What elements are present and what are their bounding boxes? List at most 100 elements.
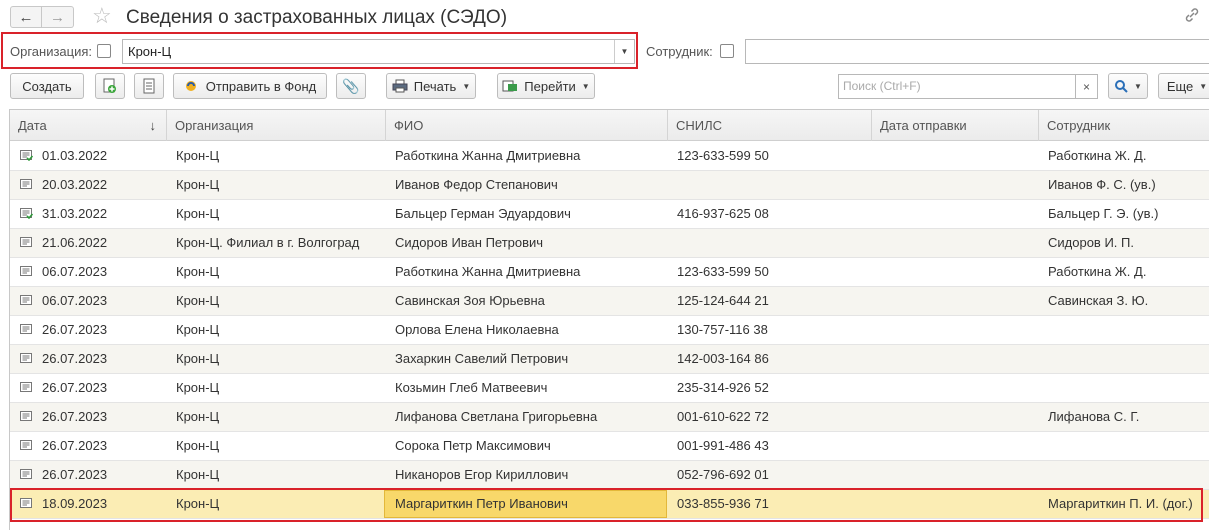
- cell-snils: 123-633-599 50: [677, 148, 769, 163]
- arrow-right-icon: →: [50, 8, 65, 26]
- cell-date: 26.07.2023: [42, 438, 108, 453]
- cell-fio: Сорока Петр Максимович: [395, 438, 551, 453]
- cell-snils: 123-633-599 50: [677, 264, 769, 279]
- search-options-button[interactable]: ▼: [1108, 73, 1148, 99]
- table-row[interactable]: 26.07.2023 Крон-Ц Козьмин Глеб Матвеевич 23…: [10, 374, 1209, 403]
- table-row[interactable]: 21.06.2022 Крон-Ц. Филиал в г. Волгоград С…: [10, 229, 1209, 258]
- employee-filter-input[interactable]: [745, 39, 1209, 64]
- cell-snils: 001-610-622 72: [677, 409, 769, 424]
- cell-snils: 142-003-164 86: [677, 351, 769, 366]
- cell-employee: Савинская З. Ю.: [1048, 293, 1149, 308]
- chevron-down-icon: ▼: [462, 81, 471, 91]
- forward-button[interactable]: →: [42, 6, 74, 28]
- cell-fio: Захаркин Савелий Петрович: [395, 351, 569, 366]
- attach-button[interactable]: 📎: [336, 73, 366, 99]
- table-row[interactable]: 31.03.2022 Крон-Ц Бальцер Герман Эдуардови…: [10, 200, 1209, 229]
- table-row[interactable]: 20.03.2022 Крон-Ц Иванов Федор Степанович И…: [10, 171, 1209, 200]
- cell-sent-date: [872, 316, 1039, 344]
- organization-dropdown-button[interactable]: ▼: [614, 40, 634, 63]
- table-row[interactable]: 26.07.2023 Крон-Ц Никаноров Егор Кириллови…: [10, 461, 1209, 490]
- sort-descending-icon: ↓: [149, 118, 157, 133]
- column-header-sent-date[interactable]: Дата отправки: [872, 110, 1039, 141]
- table-row[interactable]: 06.07.2023 Крон-Ц Работкина Жанна Дмитриев…: [10, 258, 1209, 287]
- cell-organization: Крон-Ц: [176, 380, 220, 395]
- cell-employee: Иванов Ф. С. (ув.): [1048, 177, 1156, 192]
- cell-snils: [668, 171, 872, 199]
- cell-date: 26.07.2023: [42, 409, 108, 424]
- table-row[interactable]: 26.07.2023 Крон-Ц Орлова Елена Николаевна 1…: [10, 316, 1209, 345]
- column-header-organization[interactable]: Организация: [167, 110, 386, 141]
- cell-snils: 235-314-926 52: [677, 380, 769, 395]
- cell-sent-date: [872, 403, 1039, 431]
- cell-employee: [1039, 374, 1209, 402]
- table-row[interactable]: 26.07.2023 Крон-Ц Сорока Петр Максимович 00…: [10, 432, 1209, 461]
- link-icon[interactable]: [1183, 6, 1201, 24]
- cell-snils: 130-757-116 38: [677, 322, 768, 337]
- create-button-label: Создать: [22, 78, 72, 94]
- table-row[interactable]: 01.03.2022 Крон-Ц Работкина Жанна Дмитриев…: [10, 142, 1209, 171]
- cell-fio: Работкина Жанна Дмитриевна: [395, 264, 581, 279]
- send-fund-icon: [185, 81, 196, 91]
- copy-document-button[interactable]: [95, 73, 125, 99]
- arrow-left-icon: ←: [18, 8, 34, 26]
- organization-filter-checkbox[interactable]: [97, 44, 111, 58]
- chevron-down-icon: ▼: [581, 81, 590, 91]
- cell-snils: 001-991-486 43: [677, 438, 769, 453]
- goto-button[interactable]: Перейти ▼: [497, 73, 595, 99]
- cell-fio: Иванов Федор Степанович: [395, 177, 558, 192]
- cell-employee: [1039, 432, 1209, 460]
- cell-snils: 125-124-644 21: [677, 293, 769, 308]
- cell-sent-date: [872, 229, 1039, 257]
- cell-fio: Савинская Зоя Юрьевна: [395, 293, 545, 308]
- cell-organization: Крон-Ц: [176, 409, 220, 424]
- column-header-snils[interactable]: СНИЛС: [668, 110, 872, 141]
- more-button-label: Еще: [1166, 78, 1194, 94]
- search-clear-button[interactable]: ×: [1076, 74, 1098, 99]
- table-row[interactable]: 06.07.2023 Крон-Ц Савинская Зоя Юрьевна 125…: [10, 287, 1209, 316]
- cell-date: 26.07.2023: [42, 322, 108, 337]
- cell-organization: Крон-Ц: [176, 438, 220, 453]
- list-view-button[interactable]: [134, 73, 164, 99]
- cell-fio: Орлова Елена Николаевна: [395, 322, 559, 337]
- cell-date: 31.03.2022: [42, 206, 108, 221]
- cell-snils: 416-937-625 08: [677, 206, 769, 221]
- print-button[interactable]: Печать ▼: [386, 73, 476, 99]
- favorite-star-icon[interactable]: ☆: [92, 4, 112, 28]
- cell-organization: Крон-Ц: [176, 467, 220, 482]
- send-to-fund-button[interactable]: Отправить в Фонд: [173, 73, 327, 99]
- cell-snils: 052-796-692 01: [677, 467, 769, 482]
- cell-organization: Крон-Ц: [176, 264, 220, 279]
- more-button[interactable]: Еще ▼: [1158, 73, 1209, 99]
- chevron-down-icon: ▼: [1199, 81, 1208, 91]
- cell-date: 06.07.2023: [42, 293, 108, 308]
- cell-employee: Сидоров И. П.: [1048, 235, 1134, 250]
- cell-employee: Лифанова С. Г.: [1048, 409, 1140, 424]
- column-header-fio[interactable]: ФИО: [386, 110, 668, 141]
- cell-fio: Никаноров Егор Кириллович: [395, 467, 569, 482]
- list-icon: [143, 78, 155, 94]
- column-header-date[interactable]: Дата ↓: [10, 110, 167, 141]
- cell-fio: Бальцер Герман Эдуардович: [395, 206, 571, 221]
- cell-date: 01.03.2022: [42, 148, 108, 163]
- table-row[interactable]: 26.07.2023 Крон-Ц Лифанова Светлана Григор…: [10, 403, 1209, 432]
- cell-sent-date: [872, 461, 1039, 489]
- employee-filter-checkbox[interactable]: [720, 44, 734, 58]
- cell-date: 26.07.2023: [42, 351, 108, 366]
- documents-table: Дата ↓ Организация ФИО СНИЛС Дата отправ…: [9, 109, 1209, 530]
- table-row[interactable]: 26.07.2023 Крон-Ц Захаркин Савелий Петрови…: [10, 345, 1209, 374]
- cell-employee: Бальцер Г. Э. (ув.): [1048, 206, 1159, 221]
- employee-filter-label: Сотрудник:: [646, 44, 713, 59]
- back-button[interactable]: ←: [10, 6, 42, 28]
- search-input[interactable]: Поиск (Ctrl+F): [838, 74, 1076, 99]
- organization-filter-input[interactable]: Крон-Ц: [122, 39, 635, 64]
- cell-sent-date: [872, 287, 1039, 315]
- column-header-employee[interactable]: Сотрудник: [1039, 110, 1209, 141]
- cell-sent-date: [872, 171, 1039, 199]
- cell-organization: Крон-Ц: [176, 177, 220, 192]
- cell-organization: Крон-Ц: [176, 293, 220, 308]
- printer-icon: [392, 79, 408, 93]
- title-bar: ← → ☆ Сведения о застрахованных лицах (С…: [0, 0, 1209, 36]
- print-button-label: Печать: [413, 78, 457, 94]
- cell-sent-date: [872, 374, 1039, 402]
- create-button[interactable]: Создать: [10, 73, 84, 99]
